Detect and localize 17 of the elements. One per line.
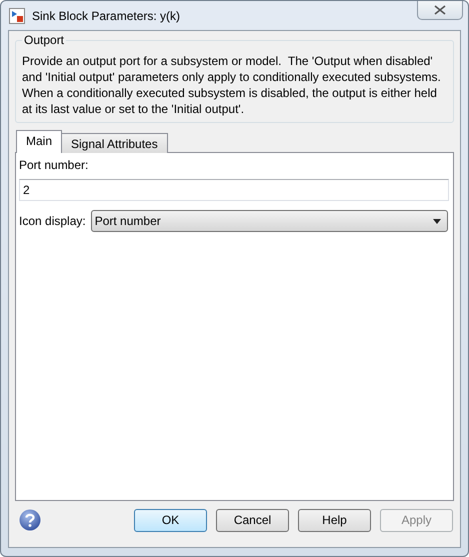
dropdown-arrow-icon: [432, 218, 441, 224]
close-icon: [434, 5, 446, 15]
icon-display-dropdown[interactable]: Port number: [90, 210, 448, 232]
help-icon[interactable]: [19, 509, 41, 531]
cancel-button[interactable]: Cancel: [216, 508, 289, 532]
close-button[interactable]: [417, 1, 463, 20]
block-icon: [9, 8, 25, 24]
group-title: Outport: [22, 33, 66, 47]
field-label: Port number:: [19, 158, 88, 172]
tab[interactable]: Signal Attributes: [61, 133, 168, 153]
description-text: Provide an output port for a subsystem or model. The 'Output when disabled' and 'Initial output' parameters only apply to conditionally executed subsystems. When a conditionally executed subsystem is disabled, the output is either held at its last value or set to the 'Initial output'.: [22, 53, 442, 117]
ok-button[interactable]: OK: [134, 508, 207, 532]
port-number-field[interactable]: 2: [19, 179, 449, 201]
tab[interactable]: Main: [16, 130, 62, 153]
window-title: Sink Block Parameters: y(k): [32, 8, 182, 22]
field-label: Icon display:: [19, 214, 86, 228]
help-button[interactable]: Help: [298, 508, 371, 532]
